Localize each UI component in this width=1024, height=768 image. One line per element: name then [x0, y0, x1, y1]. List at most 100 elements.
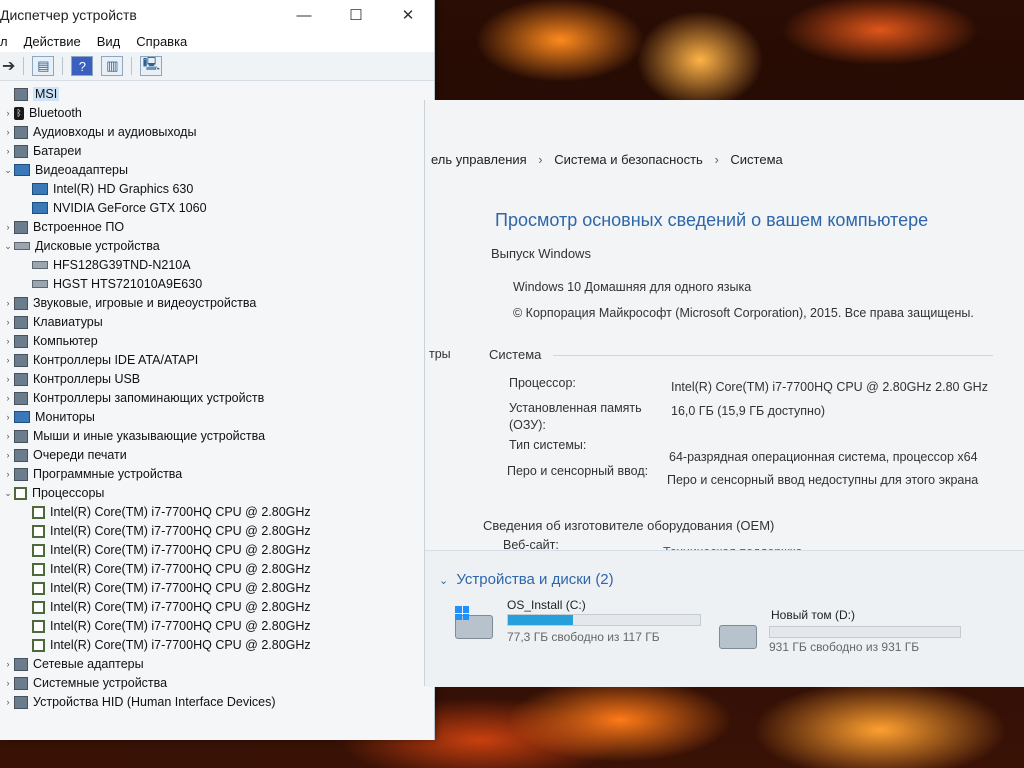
tree-item-label: HGST HTS721010A9E630	[53, 277, 203, 291]
tree-device[interactable]: HGST HTS721010A9E630	[20, 275, 202, 293]
memory-label: Установленная память (ОЗУ):	[509, 401, 642, 432]
forward-icon[interactable]: ➔	[2, 56, 15, 76]
tree-device[interactable]: Intel(R) Core(TM) i7-7700HQ CPU @ 2.80GH…	[20, 579, 311, 597]
tree-category[interactable]: › Клавиатуры	[2, 313, 103, 331]
tree-category[interactable]: › Программные устройства	[2, 465, 183, 483]
tree-item-label: Intel(R) Core(TM) i7-7700HQ CPU @ 2.80GH…	[50, 562, 311, 576]
tree-category[interactable]: › Контроллеры запоминающих устройств	[2, 389, 265, 407]
title-bar[interactable]: Диспетчер устройств — ☐ ✕	[0, 0, 434, 30]
tree-device[interactable]: Intel(R) Core(TM) i7-7700HQ CPU @ 2.80GH…	[20, 541, 311, 559]
tree-category[interactable]: › Устройства HID (Human Interface Devices…	[2, 693, 276, 711]
software-device-icon	[14, 467, 28, 481]
properties-icon[interactable]: ▤	[32, 56, 55, 76]
tree-category[interactable]: › Системные устройства	[2, 674, 168, 692]
chevron-right-icon[interactable]: ›	[2, 298, 14, 308]
tree-category[interactable]: › Контроллеры USB	[2, 370, 141, 388]
copyright-text: © Корпорация Майкрософт (Microsoft Corpo…	[513, 306, 974, 320]
menu-file[interactable]: л	[0, 34, 16, 49]
tree-device[interactable]: Intel(R) HD Graphics 630	[20, 180, 193, 198]
cpu-icon	[32, 505, 45, 519]
breadcrumb-control-panel[interactable]: ель управления	[431, 152, 527, 167]
tree-root-computer[interactable]: MSI	[2, 85, 60, 103]
tree-item-label: Intel(R) Core(TM) i7-7700HQ CPU @ 2.80GH…	[50, 524, 311, 538]
drive-d-free-space: 931 ГБ свободно из 931 ГБ	[769, 640, 920, 654]
chevron-right-icon[interactable]: ›	[2, 374, 14, 384]
tree-device[interactable]: Intel(R) Core(TM) i7-7700HQ CPU @ 2.80GH…	[20, 503, 311, 521]
help-icon[interactable]: ?	[71, 56, 94, 76]
scan-hardware-icon[interactable]: 🖳	[140, 56, 163, 76]
chevron-right-icon[interactable]: ›	[2, 412, 14, 422]
chevron-right-icon[interactable]: ›	[2, 697, 14, 707]
tree-category[interactable]: › Компьютер	[2, 332, 98, 350]
view-icon[interactable]: ▥	[101, 56, 124, 76]
tree-category[interactable]: › Аудиовходы и аудиовыходы	[2, 123, 197, 141]
chevron-right-icon[interactable]: ›	[2, 393, 14, 403]
tree-item-label: Звуковые, игровые и видеоустройства	[33, 296, 257, 310]
chevron-down-icon[interactable]: ⌄	[2, 165, 14, 176]
window-title: Диспетчер устройств	[0, 7, 137, 23]
breadcrumb-security[interactable]: Система и безопасность	[554, 152, 703, 167]
breadcrumb-system[interactable]: Система	[730, 152, 782, 167]
monitor-icon	[32, 202, 48, 214]
tree-device[interactable]: NVIDIA GeForce GTX 1060	[20, 199, 207, 217]
close-button[interactable]: ✕	[382, 0, 434, 30]
tree-category[interactable]: › Очереди печати	[2, 446, 127, 464]
chevron-right-icon[interactable]: ›	[2, 146, 14, 156]
tree-item-label: Дисковые устройства	[35, 239, 160, 253]
windows-logo-icon	[455, 606, 469, 620]
tree-category[interactable]: › Контроллеры IDE ATA/ATAPI	[2, 351, 199, 369]
tree-category[interactable]: › Мыши и иные указывающие устройства	[2, 427, 266, 445]
menu-view[interactable]: Вид	[89, 34, 129, 49]
chevron-right-icon[interactable]: ›	[2, 355, 14, 365]
drive-icon	[719, 625, 757, 649]
chevron-right-icon[interactable]: ›	[2, 659, 14, 669]
tree-item-label: Клавиатуры	[33, 315, 103, 329]
chevron-right-icon[interactable]: ›	[2, 450, 14, 460]
tree-category[interactable]: › Звуковые, игровые и видеоустройства	[2, 294, 257, 312]
menu-action[interactable]: Действие	[16, 34, 89, 49]
tree-category[interactable]: › Батареи	[2, 142, 82, 160]
tree-category[interactable]: ⌄ Дисковые устройства	[2, 237, 160, 255]
tree-device[interactable]: Intel(R) Core(TM) i7-7700HQ CPU @ 2.80GH…	[20, 560, 311, 578]
tree-category[interactable]: › Встроенное ПО	[2, 218, 125, 236]
tree-device[interactable]: HFS128G39TND-N210A	[20, 256, 191, 274]
drive-c-free-space: 77,3 ГБ свободно из 117 ГБ	[507, 630, 660, 644]
breadcrumb: ель управления › Система и безопасность …	[431, 152, 783, 167]
drive-c-usage-fill	[508, 615, 574, 625]
chevron-right-icon[interactable]: ›	[2, 108, 14, 118]
chevron-right-icon[interactable]: ›	[2, 317, 14, 327]
processor-value: Intel(R) Core(TM) i7-7700HQ CPU @ 2.80GH…	[671, 380, 988, 394]
disk-icon	[32, 280, 48, 288]
chevron-right-icon[interactable]: ›	[2, 127, 14, 137]
chevron-right-icon[interactable]: ›	[2, 469, 14, 479]
tree-category[interactable]: ⌄ Видеоадаптеры	[2, 161, 128, 179]
chevron-down-icon[interactable]: ⌄	[2, 488, 14, 499]
maximize-button[interactable]: ☐	[330, 0, 382, 30]
chevron-right-icon[interactable]: ›	[2, 336, 14, 346]
mouse-icon	[14, 429, 28, 443]
drives-header[interactable]: ⌄ Устройства и диски (2)	[439, 571, 614, 588]
cpu-icon	[14, 486, 27, 500]
tree-device[interactable]: Intel(R) Core(TM) i7-7700HQ CPU @ 2.80GH…	[20, 617, 311, 635]
printer-icon	[14, 448, 28, 462]
menu-help[interactable]: Справка	[128, 34, 195, 49]
chevron-right-icon[interactable]: ›	[2, 222, 14, 232]
tree-category[interactable]: › ᛒ Bluetooth	[2, 104, 82, 122]
chevron-right-icon[interactable]: ›	[2, 431, 14, 441]
tree-device[interactable]: Intel(R) Core(TM) i7-7700HQ CPU @ 2.80GH…	[20, 522, 311, 540]
tree-category[interactable]: › Мониторы	[2, 408, 95, 426]
tree-category[interactable]: ⌄ Процессоры	[2, 484, 104, 502]
chevron-down-icon[interactable]: ⌄	[2, 241, 14, 252]
tree-category[interactable]: › Сетевые адаптеры	[2, 655, 144, 673]
toolbar-separator	[23, 57, 25, 75]
tree-device[interactable]: Intel(R) Core(TM) i7-7700HQ CPU @ 2.80GH…	[20, 598, 311, 616]
cpu-icon	[32, 638, 45, 652]
battery-icon	[14, 144, 28, 158]
firmware-icon	[14, 220, 28, 234]
pen-touch-label: Перо и сенсорный ввод:	[507, 464, 649, 478]
sidebar-fragment[interactable]: тры	[429, 347, 451, 361]
tree-item-label: Контроллеры USB	[33, 372, 141, 386]
minimize-button[interactable]: —	[278, 0, 330, 30]
chevron-right-icon[interactable]: ›	[2, 678, 14, 688]
tree-device[interactable]: Intel(R) Core(TM) i7-7700HQ CPU @ 2.80GH…	[20, 636, 311, 654]
